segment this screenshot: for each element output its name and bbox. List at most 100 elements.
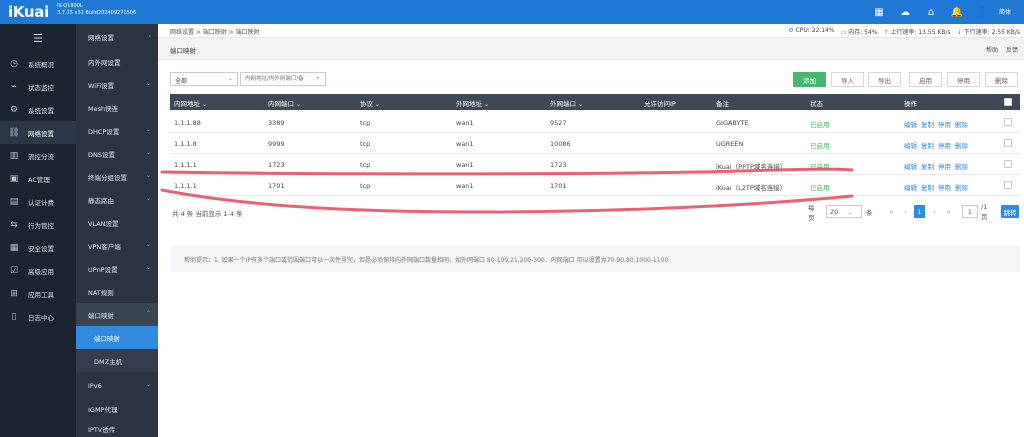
select-all-checkbox[interactable] — [1004, 98, 1012, 106]
current-page[interactable]: 1 — [914, 205, 925, 218]
subnav-dns[interactable]: DNS设置 ⌄ — [76, 142, 158, 165]
nav-item-system[interactable]: ⚙ 系统设置 — [0, 98, 76, 121]
col-wan-port[interactable]: 外网端口 ⌄ — [550, 98, 583, 108]
cell-note: GIGABYTE — [716, 119, 749, 127]
nav-item-flow[interactable]: ▥ 流控分流 — [0, 144, 76, 167]
subnav-upnp[interactable]: UPnP设置 ⌄ — [76, 257, 158, 280]
col-lan-port[interactable]: 内网端口 ⌄ — [268, 98, 301, 108]
copy-link[interactable]: 复制 — [921, 182, 934, 192]
subnav-mesh[interactable]: Mesh快连 — [76, 96, 158, 119]
subnav-vlan[interactable]: VLAN设置 — [76, 211, 158, 234]
subnav-wifi[interactable]: WiFi设置 ⌄ — [76, 73, 158, 96]
next-page-icon[interactable]: › — [929, 205, 940, 218]
user-icon[interactable]: 👤 — [975, 4, 991, 20]
delete-link[interactable]: 删除 — [955, 161, 968, 171]
delete-link[interactable]: 删除 — [955, 140, 968, 150]
chevron-down-icon: ⌄ — [145, 381, 151, 388]
row-checkbox[interactable] — [1004, 181, 1012, 189]
subnav-iptv[interactable]: IPTV透传 — [76, 420, 158, 437]
add-button[interactable]: 添加 — [793, 72, 826, 87]
search-icon[interactable]: ⌕ — [316, 74, 320, 83]
enable-button[interactable]: 启用 — [909, 72, 942, 87]
first-page-icon[interactable]: « — [886, 205, 897, 218]
subnav-static-route[interactable]: 静态路由 ⌄ — [76, 188, 158, 211]
nav-item-apps[interactable]: ⊞ 应用工具 — [0, 282, 76, 305]
last-page-icon[interactable]: » — [943, 205, 954, 218]
nav-item-auth[interactable]: ▤ 认证计费 — [0, 190, 76, 213]
subnav-lan-wan[interactable]: 内外网设置 — [76, 50, 158, 73]
subnav-port-mapping[interactable]: 端口映射 ⌃ — [76, 303, 158, 326]
nav-item-behavior[interactable]: ⇆ 行为管控 — [0, 213, 76, 236]
per-page-select[interactable]: 20 ⌄ — [826, 205, 862, 218]
col-protocol[interactable]: 协议 ⌄ — [360, 98, 380, 108]
disable-link[interactable]: 停用 — [938, 161, 951, 171]
col-ops: 操作 — [904, 100, 917, 108]
home-icon[interactable]: ⌂ — [923, 4, 939, 20]
copy-link[interactable]: 复制 — [921, 140, 934, 150]
table-row: 1.1.1.88 3389 tcp wan1 9527 GIGABYTE 已启用… — [170, 112, 1020, 133]
disable-button[interactable]: 停用 — [947, 72, 980, 87]
cell-lan-port: 1701 — [268, 182, 285, 190]
chevron-down-icon: ⌄ — [145, 264, 151, 271]
table-row: 1.1.1.1 1701 tcp wan1 1701 iKuai（L2TP域名连… — [170, 175, 1020, 196]
copy-link[interactable]: 复制 — [921, 161, 934, 171]
prev-page-icon[interactable]: ‹ — [900, 205, 911, 218]
row-checkbox[interactable] — [1004, 139, 1012, 147]
subnav-dmz[interactable]: DMZ主机 — [76, 349, 158, 372]
nav-item-ac[interactable]: ▣ AC管理 — [0, 167, 76, 190]
cell-wan: wan1 — [456, 182, 474, 190]
nav-item-logs[interactable]: ▯ 日志中心 — [0, 305, 76, 328]
import-button[interactable]: 导入 — [831, 72, 864, 87]
subnav-vpn-client[interactable]: VPN客户端 ⌄ — [76, 234, 158, 257]
help-link[interactable]: 帮助 — [986, 45, 998, 54]
search-input[interactable] — [240, 72, 326, 86]
cloud-icon[interactable]: ☁ — [897, 4, 913, 20]
arrow-down-icon: ↓ — [956, 29, 962, 36]
col-wan[interactable]: 外网地址 ⌄ — [456, 98, 489, 108]
chevron-down-icon: ⌄ — [145, 172, 151, 179]
shield-icon: ▦ — [9, 242, 19, 253]
chevron-down-icon: ⌄ — [145, 149, 151, 156]
subnav-port-mapping-item[interactable]: 端口映射 — [76, 326, 158, 349]
edit-link[interactable]: 编辑 — [904, 161, 917, 171]
help-tips: 帮助提示：1. 如果一个IP有多个端口或范围端口可以一次性导完，但是必须保持内外… — [170, 246, 1020, 272]
nav-item-monitor[interactable]: ⌁ 状态监控 — [0, 75, 76, 98]
edit-link[interactable]: 编辑 — [904, 140, 917, 150]
disable-link[interactable]: 停用 — [938, 119, 951, 129]
disable-link[interactable]: 停用 — [938, 140, 951, 150]
chevron-left-icon[interactable]: ‹ — [149, 33, 151, 40]
bell-icon[interactable]: 🔔 — [949, 4, 965, 20]
subnav-nat[interactable]: NAT规则 — [76, 280, 158, 303]
jump-button[interactable]: 跳转 — [1001, 205, 1019, 218]
row-checkbox[interactable] — [1004, 118, 1012, 126]
nav-item-network[interactable]: ⛓ 网络设置 — [0, 121, 76, 144]
disable-link[interactable]: 停用 — [938, 182, 951, 192]
col-lan-ip[interactable]: 内网地址 ⌄ — [174, 98, 207, 108]
copy-link[interactable]: 复制 — [921, 119, 934, 129]
cell-note: UGREEN — [716, 140, 744, 148]
nav-item-advanced[interactable]: ☑ 高级应用 — [0, 259, 76, 282]
subnav-terminal-group[interactable]: 终端分组设置 ⌄ — [76, 165, 158, 188]
goto-page-input[interactable]: 1 — [962, 205, 978, 218]
nav-item-overview[interactable]: ◷ 系统概况 — [0, 52, 76, 75]
grid-icon[interactable]: ▦ — [871, 4, 887, 20]
menu-toggle-icon[interactable]: ☰ — [0, 24, 76, 52]
flow-icon: ▥ — [9, 150, 19, 161]
sort-icon: ⌄ — [375, 101, 381, 108]
feedback-link[interactable]: 反馈 — [1006, 45, 1018, 54]
filter-select[interactable]: 全部 ⌄ — [170, 72, 238, 86]
language-switch[interactable]: 简体 — [999, 7, 1011, 16]
edit-link[interactable]: 编辑 — [904, 182, 917, 192]
cell-wan-port: 1723 — [550, 161, 567, 169]
delete-link[interactable]: 删除 — [955, 119, 968, 129]
cell-protocol: tcp — [360, 140, 371, 148]
delete-link[interactable]: 删除 — [955, 182, 968, 192]
subnav-igmp[interactable]: IGMP代理 — [76, 397, 158, 420]
nav-item-security[interactable]: ▦ 安全设置 — [0, 236, 76, 259]
subnav-dhcp[interactable]: DHCP设置 ⌄ — [76, 119, 158, 142]
edit-link[interactable]: 编辑 — [904, 119, 917, 129]
delete-button[interactable]: 删除 — [985, 72, 1018, 87]
export-button[interactable]: 导出 — [868, 72, 901, 87]
row-checkbox[interactable] — [1004, 160, 1012, 168]
subnav-ipv6[interactable]: IPv6 ⌄ — [76, 374, 158, 397]
